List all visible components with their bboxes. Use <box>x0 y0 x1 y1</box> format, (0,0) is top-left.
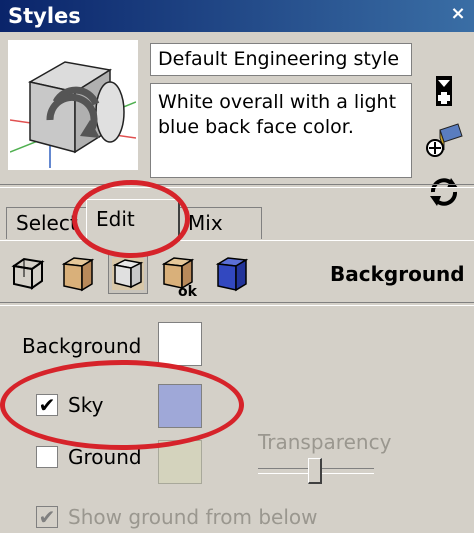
watermark-settings-icon[interactable]: ok <box>158 254 198 300</box>
modeling-settings-icon[interactable] <box>212 254 252 294</box>
transparency-label: Transparency <box>258 430 392 454</box>
tab-bar: Select Edit Mix <box>6 197 466 241</box>
divider <box>0 184 474 188</box>
ground-color-swatch[interactable] <box>158 440 202 484</box>
face-settings-icon[interactable] <box>58 254 98 294</box>
style-thumbnail <box>8 40 138 170</box>
tab-mix[interactable]: Mix <box>178 207 262 239</box>
create-style-icon[interactable] <box>424 72 464 108</box>
edge-settings-icon[interactable] <box>8 254 48 294</box>
background-label: Background <box>22 334 142 358</box>
svg-text:ok: ok <box>178 284 198 298</box>
tab-edit-label: Edit <box>96 207 135 231</box>
transparency-slider-thumb[interactable] <box>308 458 322 484</box>
background-settings-icon[interactable] <box>108 254 148 294</box>
sky-checkbox[interactable]: ✔ <box>36 394 58 416</box>
window-title: Styles <box>8 4 81 28</box>
tab-mix-label: Mix <box>188 211 223 235</box>
tab-panel-edge <box>0 240 474 241</box>
style-preview-icon <box>9 42 137 168</box>
sky-label: Sky <box>68 393 104 417</box>
ground-checkbox[interactable] <box>36 446 58 468</box>
tab-edit[interactable]: Edit <box>86 199 180 241</box>
sky-color-swatch[interactable] <box>158 384 202 428</box>
style-header: Default Engineering style White overall … <box>0 32 474 206</box>
section-title: Background <box>330 262 465 286</box>
update-style-icon[interactable] <box>424 120 464 157</box>
style-description-field[interactable]: White overall with a light blue back fac… <box>150 83 412 178</box>
show-ground-label: Show ground from below <box>68 505 318 529</box>
tab-select-label: Select <box>16 211 78 235</box>
window-titlebar: Styles × <box>0 0 474 32</box>
tab-select[interactable]: Select <box>6 207 90 239</box>
background-color-swatch[interactable] <box>158 322 202 366</box>
style-name-field[interactable]: Default Engineering style <box>150 43 412 76</box>
edit-mode-toolbar: ok <box>8 254 268 302</box>
close-button[interactable]: × <box>448 4 468 24</box>
show-ground-checkbox[interactable]: ✔ <box>36 506 58 528</box>
divider <box>0 302 474 306</box>
ground-label: Ground <box>68 445 142 469</box>
